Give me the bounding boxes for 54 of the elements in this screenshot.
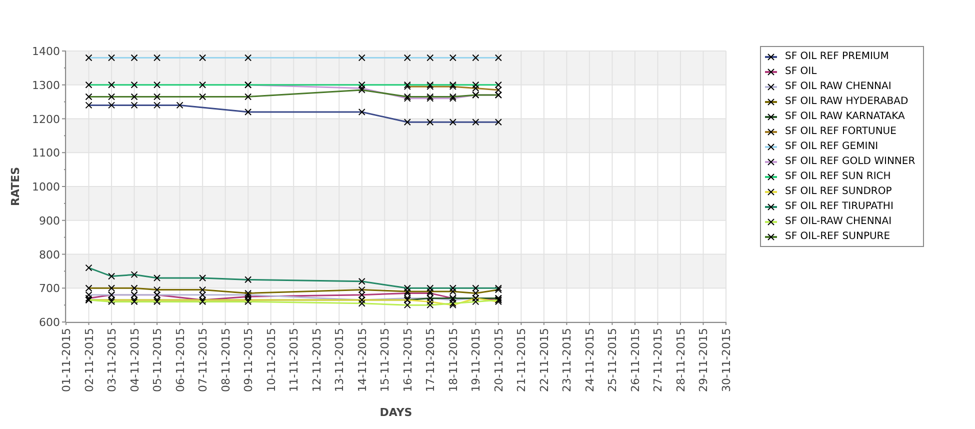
x-tick-label: 11-11-2015: [288, 328, 301, 392]
x-tick-label: 12-11-2015: [310, 328, 324, 392]
y-tick-label: 600: [39, 316, 60, 329]
legend-label: SF OIL REF SUN RICH: [785, 170, 891, 184]
x-tick-label: 24-11-2015: [583, 328, 596, 392]
y-tick-label: 1000: [32, 180, 60, 194]
x-tick-label: 10-11-2015: [264, 328, 278, 392]
x-tick-label: 21-11-2015: [515, 328, 528, 392]
x-tick-label: 07-11-2015: [196, 328, 210, 392]
x-tick-label: 18-11-2015: [446, 328, 460, 392]
x-tick-label: 30-11-2015: [720, 328, 733, 392]
legend-label: SF OIL REF TIRUPATHI: [785, 200, 894, 214]
y-tick-label: 1400: [32, 45, 60, 58]
x-tick-label: 29-11-2015: [697, 328, 710, 392]
x-tick-label: 22-11-2015: [538, 328, 551, 392]
legend-label: SF OIL REF GOLD WINNER: [785, 155, 916, 169]
x-tick-label: 05-11-2015: [151, 328, 164, 392]
y-tick-label: 900: [39, 214, 60, 228]
x-tick-label: 01-11-2015: [60, 328, 73, 392]
y-tick-label: 1300: [32, 78, 60, 92]
y-tick-label: 800: [39, 248, 60, 262]
x-tick-label: 16-11-2015: [401, 328, 414, 392]
x-tick-label: 15-11-2015: [378, 328, 392, 392]
x-tick-label: 28-11-2015: [674, 328, 688, 392]
legend-label: SF OIL-REF SUNPURE: [785, 230, 890, 244]
x-tick-label: 13-11-2015: [333, 328, 346, 392]
legend-label: SF OIL-RAW CHENNAI: [785, 215, 892, 229]
x-tick-label: 03-11-2015: [106, 328, 119, 392]
x-tick-label: 20-11-2015: [492, 328, 506, 392]
legend-label: SF OIL RAW HYDERABAD: [785, 95, 908, 109]
x-tick-label: 23-11-2015: [560, 328, 574, 392]
x-tick-label: 04-11-2015: [128, 328, 142, 392]
x-tick-label: 02-11-2015: [82, 328, 96, 392]
y-tick-label: 1200: [32, 112, 60, 126]
x-tick-label: 09-11-2015: [242, 328, 256, 392]
x-tick-label: 17-11-2015: [424, 328, 438, 392]
x-tick-label: 08-11-2015: [219, 328, 232, 392]
y-tick-label: 1100: [32, 146, 60, 160]
legend-label: SF OIL: [785, 65, 817, 79]
legend-label: SF OIL REF GEMINI: [785, 140, 878, 154]
x-tick-label: 25-11-2015: [606, 328, 620, 392]
y-tick-label: 700: [39, 282, 60, 296]
x-tick-label: 14-11-2015: [356, 328, 369, 392]
legend-label: SF OIL REF FORTUNUE: [785, 125, 896, 139]
x-tick-label: 19-11-2015: [470, 328, 483, 392]
x-tick-label: 26-11-2015: [628, 328, 642, 392]
x-tick-label: 06-11-2015: [174, 328, 187, 392]
y-axis-title: RATES: [9, 166, 22, 206]
x-tick-label: 27-11-2015: [652, 328, 665, 392]
x-axis-title: DAYS: [380, 406, 412, 419]
legend-label: SF OIL RAW CHENNAI: [785, 80, 892, 94]
legend-label: SF OIL RAW KARNATAKA: [785, 110, 905, 124]
legend-label: SF OIL REF PREMIUM: [785, 50, 889, 64]
legend-label: SF OIL REF SUNDROP: [785, 185, 892, 199]
